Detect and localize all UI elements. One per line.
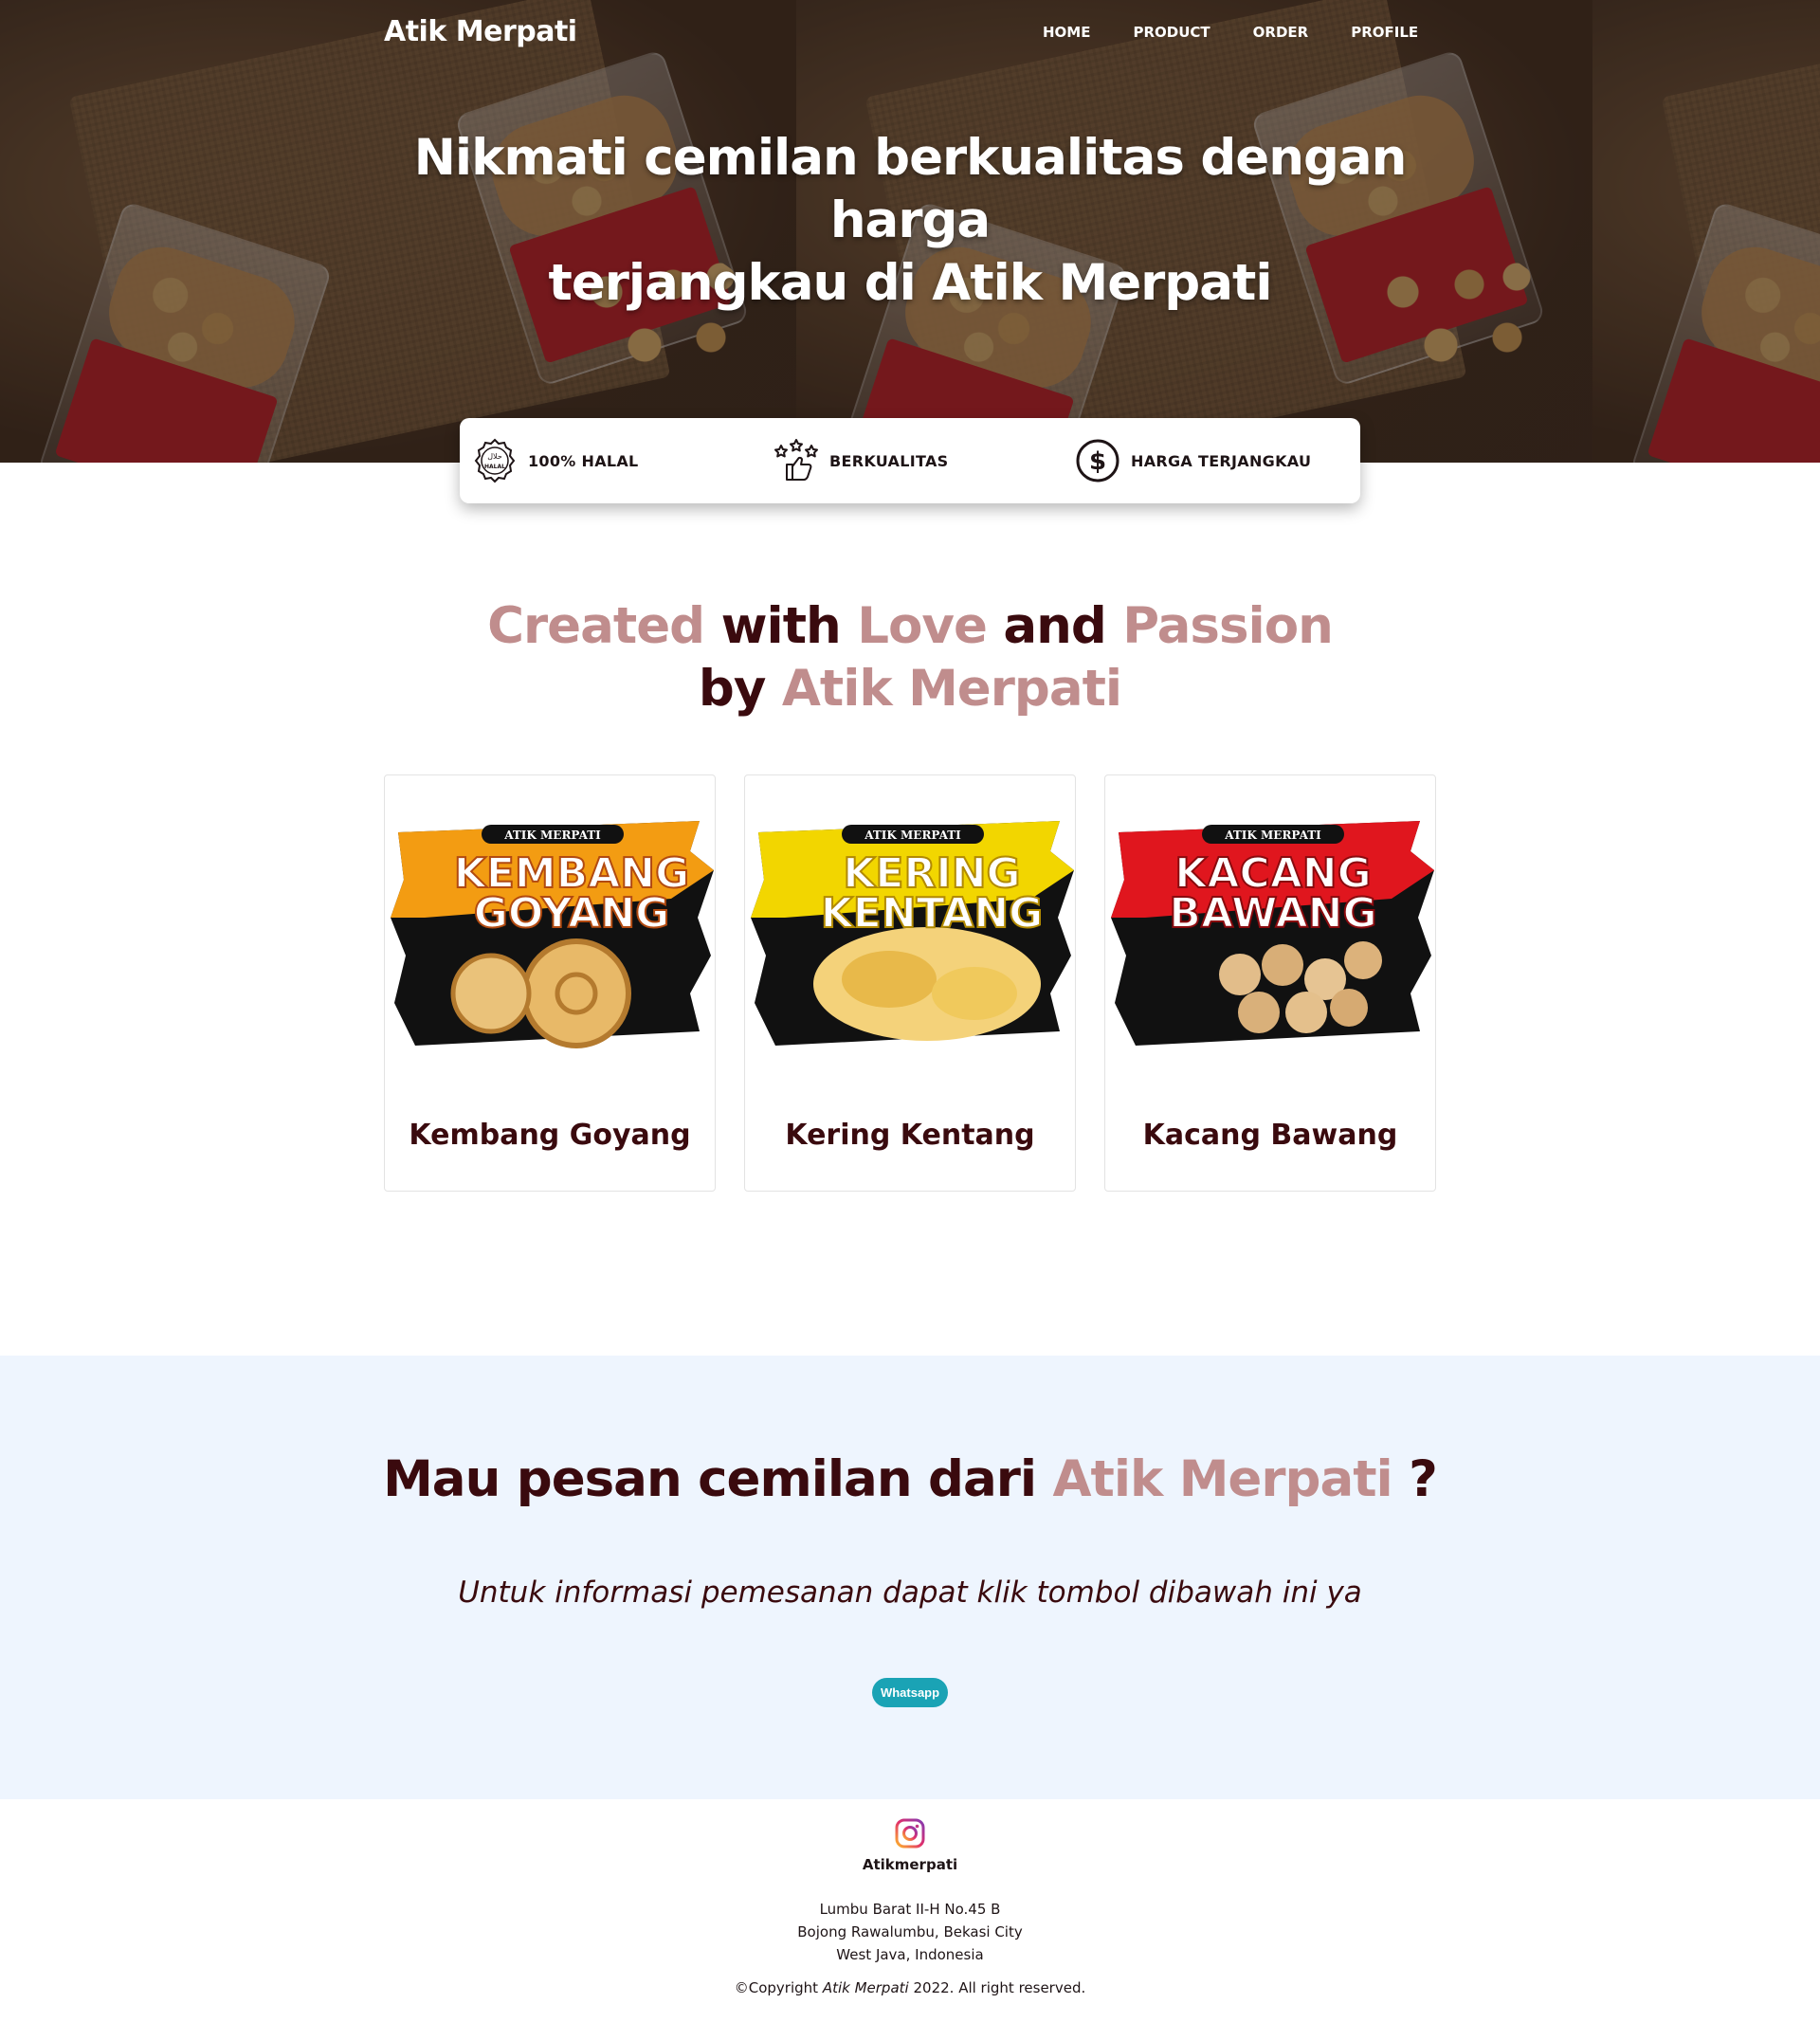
feature-quality-label: BERKUALITAS <box>829 451 949 470</box>
product-image: ATIK MERPATI KACANG BAWANG <box>1111 821 1434 1046</box>
brand-logo-link[interactable]: Atik Merpati <box>384 15 577 48</box>
product-name: Kembang Goyang <box>409 1119 691 1152</box>
product-card[interactable]: ATIK MERPATI KERING KENTANG Kering Kenta… <box>744 774 1076 1192</box>
instagram-icon[interactable] <box>895 1818 925 1849</box>
tagline-word: Passion <box>1122 597 1334 655</box>
feature-halal-label: 100% HALAL <box>528 451 639 470</box>
product-card[interactable]: ATIK MERPATI KACANG BAWANG Kacang Bawang <box>1104 774 1436 1192</box>
feature-quality: BERKUALITAS <box>773 437 948 484</box>
product-image: ATIK MERPATI KEMBANG GOYANG <box>391 821 714 1048</box>
tagline-word: Created <box>487 597 705 655</box>
tagline-word: by <box>698 660 766 718</box>
hero-title: Nikmati cemilan berkualitas dengan harga… <box>341 127 1479 315</box>
order-section: Mau pesan cemilan dari Atik Merpati ? Un… <box>0 1356 1820 1799</box>
feature-price: $ HARGA TERJANGKAU <box>1074 437 1311 484</box>
product-name: Kering Kentang <box>785 1119 1035 1152</box>
svg-text:GOYANG: GOYANG <box>474 889 670 938</box>
tagline-brand: Atik Merpati <box>781 660 1122 718</box>
tagline-word: with <box>720 597 842 655</box>
svg-text:$: $ <box>1089 447 1106 476</box>
address-line: Lumbu Barat II-H No.45 B <box>819 1901 1001 1918</box>
svg-text:ATIK MERPATI: ATIK MERPATI <box>864 829 961 842</box>
product-grid: ATIK MERPATI KEMBANG GOYANG Kembang Goya… <box>384 774 1436 1192</box>
svg-text:HALAL: HALAL <box>484 464 505 470</box>
footer: Atikmerpati Lumbu Barat II-H No.45 B Boj… <box>0 1799 1820 2022</box>
nav-link-product[interactable]: PRODUCT <box>1133 24 1210 41</box>
hero-title-line2: terjangkau di Atik Merpati <box>548 254 1272 312</box>
copyright-brand: Atik Merpati <box>822 1979 909 1996</box>
hero-title-line1: Nikmati cemilan berkualitas dengan harga <box>413 129 1408 249</box>
features-bar: حلال HALAL 100% HALAL BERKUALITAS $ HARG… <box>460 418 1360 503</box>
whatsapp-button[interactable]: Whatsapp <box>872 1678 948 1707</box>
nav-link-home[interactable]: HOME <box>1043 24 1090 41</box>
copyright-suffix: 2022. All right reserved. <box>913 1979 1086 1996</box>
copyright-prefix: ©Copyright <box>734 1979 819 1996</box>
tagline-word: and <box>1003 597 1106 655</box>
svg-text:حلال: حلال <box>487 452 502 461</box>
instagram-handle: Atikmerpati <box>862 1856 958 1873</box>
address-line: West Java, Indonesia <box>836 1946 984 1963</box>
section-tagline: Created with Love and Passion by Atik Me… <box>436 595 1384 720</box>
nav-links: HOME PRODUCT ORDER PROFILE <box>1043 24 1461 41</box>
svg-text:ATIK MERPATI: ATIK MERPATI <box>503 829 601 842</box>
svg-text:BAWANG: BAWANG <box>1169 889 1376 938</box>
address: Lumbu Barat II-H No.45 B Bojong Rawalumb… <box>0 1898 1820 1966</box>
thumbs-up-stars-icon <box>773 437 820 484</box>
tagline-word: Love <box>857 597 988 655</box>
feature-halal: حلال HALAL 100% HALAL <box>471 437 639 484</box>
halal-icon: حلال HALAL <box>471 437 519 484</box>
nav-link-order[interactable]: ORDER <box>1253 24 1309 41</box>
order-subtitle: Untuk informasi pemesanan dapat klik tom… <box>458 1576 1362 1610</box>
order-title-text: Mau pesan cemilan dari <box>383 1450 1037 1508</box>
svg-text:ATIK MERPATI: ATIK MERPATI <box>1224 829 1321 842</box>
order-title-question: ? <box>1409 1450 1438 1508</box>
top-navbar: Atik Merpati HOME PRODUCT ORDER PROFILE <box>0 0 1820 68</box>
feature-price-label: HARGA TERJANGKAU <box>1131 451 1312 470</box>
dollar-circle-icon: $ <box>1074 437 1121 484</box>
svg-text:KENTANG: KENTANG <box>821 889 1044 938</box>
product-name: Kacang Bawang <box>1142 1119 1398 1152</box>
product-image: ATIK MERPATI KERING KENTANG <box>751 821 1074 1046</box>
hero-section: Atik Merpati HOME PRODUCT ORDER PROFILE … <box>0 0 1820 463</box>
address-line: Bojong Rawalumbu, Bekasi City <box>797 1923 1023 1940</box>
product-card[interactable]: ATIK MERPATI KEMBANG GOYANG Kembang Goya… <box>384 774 716 1192</box>
nav-link-profile[interactable]: PROFILE <box>1351 24 1418 41</box>
order-title-brand: Atik Merpati <box>1052 1450 1392 1508</box>
order-title: Mau pesan cemilan dari Atik Merpati ? <box>0 1450 1820 1508</box>
copyright: ©Copyright Atik Merpati 2022. All right … <box>0 1979 1820 1996</box>
